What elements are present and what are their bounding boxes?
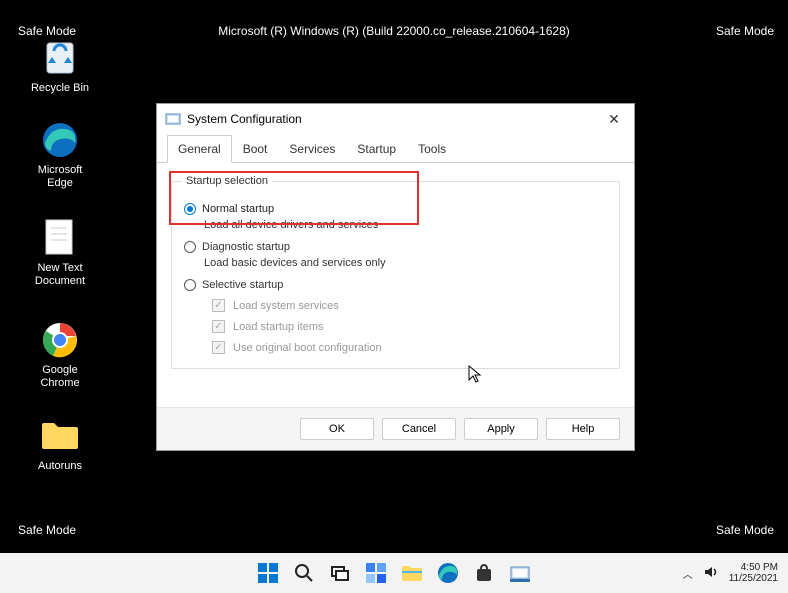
check-load-system-services: ✓ Load system services [212, 299, 607, 312]
desktop-icon-chrome[interactable]: Google Chrome [24, 320, 96, 390]
tab-services[interactable]: Services [278, 135, 346, 163]
radio-selective-startup[interactable]: Selective startup [184, 279, 607, 291]
radio-normal-startup[interactable]: Normal startup [184, 203, 607, 215]
desktop-icon-label: New Text Document [24, 262, 96, 288]
safe-mode-label-br: Safe Mode [716, 523, 774, 537]
close-button[interactable]: ✕ [602, 111, 626, 128]
checkbox-label: Load startup items [233, 321, 324, 333]
dialog-title: System Configuration [187, 112, 602, 126]
checkbox-icon: ✓ [212, 341, 225, 354]
safe-mode-label-bl: Safe Mode [18, 523, 76, 537]
cancel-button[interactable]: Cancel [382, 418, 456, 440]
msconfig-icon [165, 111, 181, 127]
check-load-startup-items: ✓ Load startup items [212, 320, 607, 333]
tab-boot[interactable]: Boot [232, 135, 279, 163]
taskbar-clock[interactable]: 4:50 PM 11/25/2021 [729, 562, 778, 585]
safe-mode-label-tr: Safe Mode [716, 24, 774, 38]
general-panel: Startup selection Normal startup Load al… [157, 163, 634, 407]
taskbar-center [252, 557, 536, 589]
desktop-icon-label: Recycle Bin [31, 82, 89, 95]
task-view-button[interactable] [324, 557, 356, 589]
folder-icon [40, 416, 80, 456]
tab-general[interactable]: General [167, 135, 232, 163]
desktop-icon-label: Microsoft Edge [24, 164, 96, 190]
radio-normal-desc: Load all device drivers and services [204, 219, 607, 231]
help-button[interactable]: Help [546, 418, 620, 440]
chrome-icon [40, 320, 80, 360]
start-button[interactable] [252, 557, 284, 589]
desktop-icon-edge[interactable]: Microsoft Edge [24, 120, 96, 190]
radio-label: Selective startup [202, 279, 283, 291]
windows-build-label: Microsoft (R) Windows (R) (Build 22000.c… [218, 24, 570, 38]
tray-chevron-icon[interactable]: ︿ [683, 566, 693, 581]
edge-taskbar-button[interactable] [432, 557, 464, 589]
radio-label: Normal startup [202, 203, 274, 215]
clock-time: 4:50 PM [729, 562, 778, 574]
search-button[interactable] [288, 557, 320, 589]
desktop-icon-label: Google Chrome [24, 364, 96, 390]
sound-icon[interactable] [703, 564, 719, 583]
desktop-icon-label: Autoruns [38, 460, 82, 473]
safe-mode-label-tl: Safe Mode [18, 24, 76, 38]
fieldset-legend: Startup selection [182, 175, 272, 187]
tabs: General Boot Services Startup Tools [157, 134, 634, 163]
desktop-icon-recycle-bin[interactable]: Recycle Bin [24, 38, 96, 95]
tab-startup[interactable]: Startup [346, 135, 407, 163]
text-file-icon [40, 218, 80, 258]
desktop-icon-autoruns[interactable]: Autoruns [24, 416, 96, 473]
radio-icon [184, 203, 196, 215]
ok-button[interactable]: OK [300, 418, 374, 440]
radio-icon [184, 241, 196, 253]
store-button[interactable] [468, 557, 500, 589]
checkbox-label: Load system services [233, 300, 339, 312]
desktop-icon-text-document[interactable]: New Text Document [24, 218, 96, 288]
taskbar: ︿ 4:50 PM 11/25/2021 [0, 553, 788, 593]
system-configuration-dialog: System Configuration ✕ General Boot Serv… [156, 103, 635, 451]
checkbox-icon: ✓ [212, 299, 225, 312]
edge-icon [40, 120, 80, 160]
widgets-button[interactable] [360, 557, 392, 589]
check-use-original-boot: ✓ Use original boot configuration [212, 341, 607, 354]
radio-diagnostic-startup[interactable]: Diagnostic startup [184, 241, 607, 253]
apply-button[interactable]: Apply [464, 418, 538, 440]
checkbox-icon: ✓ [212, 320, 225, 333]
titlebar[interactable]: System Configuration ✕ [157, 104, 634, 134]
checkbox-label: Use original boot configuration [233, 342, 382, 354]
radio-label: Diagnostic startup [202, 241, 290, 253]
radio-icon [184, 279, 196, 291]
dialog-buttons: OK Cancel Apply Help [157, 407, 634, 450]
file-explorer-button[interactable] [396, 557, 428, 589]
recycle-bin-icon [40, 38, 80, 78]
radio-diagnostic-desc: Load basic devices and services only [204, 257, 607, 269]
tab-tools[interactable]: Tools [407, 135, 457, 163]
startup-selection-group: Startup selection Normal startup Load al… [171, 175, 620, 369]
msconfig-taskbar-button[interactable] [504, 557, 536, 589]
clock-date: 11/25/2021 [729, 573, 778, 585]
taskbar-tray: ︿ 4:50 PM 11/25/2021 [683, 562, 778, 585]
